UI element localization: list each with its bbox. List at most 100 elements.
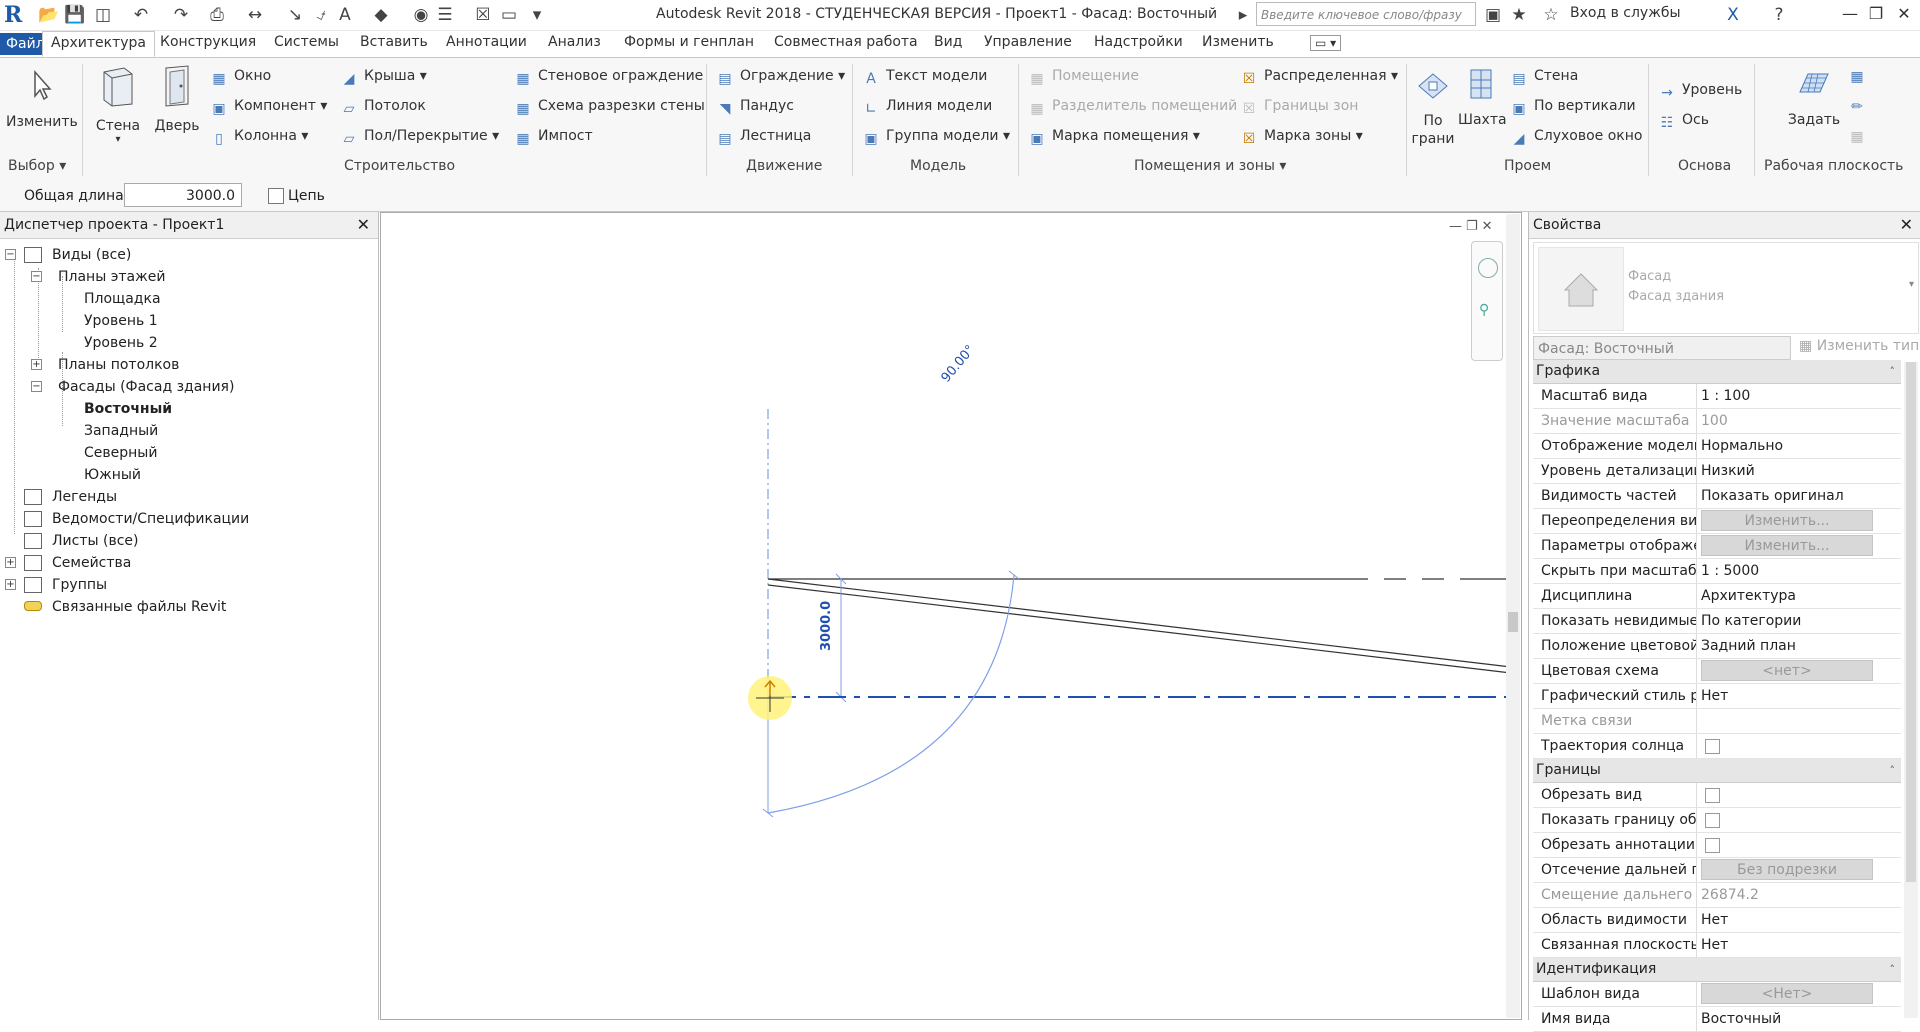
total-length-input[interactable]: 3000.0 xyxy=(124,183,242,207)
property-value[interactable]: 1 : 100 xyxy=(1701,384,1877,408)
property-edit-button[interactable]: Изменить... xyxy=(1701,510,1873,531)
login-button[interactable]: Вход в службы xyxy=(1570,5,1681,21)
close-icon[interactable]: ✕ xyxy=(357,215,370,234)
level-button[interactable]: → Уровень xyxy=(1658,82,1742,101)
ref-plane-button[interactable]: ✏ xyxy=(1848,96,1872,115)
property-value[interactable]: Восточный xyxy=(1701,1007,1877,1031)
door-button[interactable]: Дверь xyxy=(152,64,202,134)
property-value[interactable]: 1 : 5000 xyxy=(1701,559,1877,583)
binoculars-icon[interactable]: ▣ xyxy=(1482,4,1504,26)
mullion-button[interactable]: ▦ Импост xyxy=(514,128,592,147)
text-icon[interactable]: A xyxy=(334,4,356,26)
modify-button[interactable]: Изменить xyxy=(6,68,78,130)
tree-site[interactable]: Площадка xyxy=(84,291,161,307)
tree-level1[interactable]: Уровень 1 xyxy=(84,313,158,329)
collapse-icon[interactable]: − xyxy=(31,271,42,282)
tree-sheets[interactable]: Листы (все) xyxy=(52,533,138,549)
revit-logo-icon[interactable]: R xyxy=(4,2,28,28)
wall-opening-button[interactable]: ▤ Стена xyxy=(1510,68,1578,87)
room-button[interactable]: ▦ Помещение xyxy=(1028,68,1139,87)
open-icon[interactable]: 📂 xyxy=(38,4,60,26)
property-edit-button[interactable]: <нет> xyxy=(1701,660,1873,681)
collapse-icon[interactable]: ˄ xyxy=(1890,958,1896,981)
angle-label[interactable]: 90.00° xyxy=(939,342,979,385)
grid-button[interactable]: ☷ Ось xyxy=(1658,112,1709,131)
tree-level2[interactable]: Уровень 2 xyxy=(84,335,158,351)
tree-links[interactable]: Связанные файлы Revit xyxy=(52,599,226,615)
property-value[interactable]: Нет xyxy=(1701,684,1877,708)
column-button[interactable]: ▯ Колонна ▾ xyxy=(210,128,308,147)
area-boundary-button[interactable]: ☒ Границы зон xyxy=(1240,98,1359,117)
tree-families[interactable]: Семейства xyxy=(52,555,131,571)
ceiling-button[interactable]: ▱ Потолок xyxy=(340,98,426,117)
property-edit-button[interactable]: <Нет> xyxy=(1701,983,1873,1004)
dimension-icon[interactable]: ↘ xyxy=(284,4,306,26)
edit-type-button[interactable]: ▦ Изменить тип xyxy=(1799,338,1919,354)
tab-analyze[interactable]: Анализ xyxy=(548,34,601,50)
subscription-icon[interactable]: ★ xyxy=(1508,4,1530,26)
property-group-header[interactable]: Идентификация ˄ xyxy=(1533,958,1901,982)
customize-qat-icon[interactable]: ▾ xyxy=(526,4,548,26)
dormer-button[interactable]: ◢ Слуховое окно xyxy=(1510,128,1643,147)
wall-button[interactable]: Стена ▾ xyxy=(92,64,144,145)
area-button[interactable]: ☒ Распределенная ▾ xyxy=(1240,68,1398,87)
ramp-button[interactable]: ◥ Пандус xyxy=(716,98,794,117)
property-group-header[interactable]: Графика ˄ xyxy=(1533,360,1901,384)
tree-ceiling-plans[interactable]: Планы потолков xyxy=(58,357,179,373)
tab-systems[interactable]: Системы xyxy=(274,34,339,50)
instance-selector[interactable]: Фасад: Восточный xyxy=(1533,336,1791,360)
collapse-icon[interactable]: − xyxy=(5,249,16,260)
opening-by-face-button[interactable]: По грани xyxy=(1410,66,1456,148)
tree-floor-plans[interactable]: Планы этажей xyxy=(58,269,165,285)
restore-button[interactable]: ❐ xyxy=(1864,3,1888,25)
workplane-viewer-button[interactable]: ▦ xyxy=(1848,126,1872,145)
ribbon-minimize-toggle[interactable]: ▭ ▾ xyxy=(1310,35,1342,51)
measure-icon[interactable]: ↔ xyxy=(244,4,266,26)
stair-button[interactable]: ▤ Лестница xyxy=(716,128,811,147)
tab-insert[interactable]: Вставить xyxy=(360,34,428,50)
chain-checkbox[interactable] xyxy=(268,188,284,204)
exchange-icon[interactable]: X xyxy=(1722,4,1744,26)
panel-room-label[interactable]: Помещения и зоны ▾ xyxy=(1134,158,1286,174)
dimension-label[interactable]: 3000.0 xyxy=(819,601,834,651)
arrow-right-icon[interactable]: ▸ xyxy=(1232,4,1254,26)
area-tag-button[interactable]: ☒ Марка зоны ▾ xyxy=(1240,128,1363,147)
collapse-icon[interactable]: ˄ xyxy=(1890,360,1896,383)
railing-button[interactable]: ▤ Ограждение ▾ xyxy=(716,68,845,87)
tree-schedules[interactable]: Ведомости/Спецификации xyxy=(52,511,249,527)
close-hidden-icon[interactable]: ☒ xyxy=(472,4,494,26)
tab-addins[interactable]: Надстройки xyxy=(1094,34,1183,50)
search-input[interactable]: Введите ключевое слово/фразу xyxy=(1256,2,1476,26)
tab-massing[interactable]: Формы и генплан xyxy=(624,34,754,50)
model-group-button[interactable]: ▣ Группа модели ▾ xyxy=(862,128,1010,147)
curtain-system-button[interactable]: ▦ Стеновое ограждение xyxy=(514,68,703,87)
drawing-area[interactable]: —❐✕ ⚲ 3000.0 90.00° xyxy=(380,212,1522,1020)
property-value[interactable]: Задний план xyxy=(1701,634,1877,658)
property-edit-button[interactable]: Без подрезки xyxy=(1701,859,1873,880)
curtain-grid-button[interactable]: ▦ Схема разрезки стены xyxy=(514,98,704,117)
close-button[interactable]: ✕ xyxy=(1892,3,1916,25)
property-value[interactable]: Архитектура xyxy=(1701,584,1877,608)
show-workplane-button[interactable]: ▦ xyxy=(1848,66,1872,85)
vertical-opening-button[interactable]: ▣ По вертикали xyxy=(1510,98,1635,117)
property-value[interactable]: Нет xyxy=(1701,933,1877,957)
expand-icon[interactable]: + xyxy=(31,359,42,370)
property-checkbox[interactable] xyxy=(1705,739,1720,754)
undo-icon[interactable]: ↶ xyxy=(130,4,152,26)
properties-scrollbar[interactable] xyxy=(1904,362,1918,1018)
tab-view[interactable]: Вид xyxy=(934,34,962,50)
section-icon[interactable]: ◉ xyxy=(410,4,432,26)
tree-groups[interactable]: Группы xyxy=(52,577,107,593)
tag-icon[interactable]: ⍻ xyxy=(310,4,332,26)
expand-icon[interactable]: + xyxy=(5,579,16,590)
scrollbar-thumb[interactable] xyxy=(1508,612,1518,632)
tree-legends[interactable]: Легенды xyxy=(52,489,117,505)
property-value[interactable]: По категории xyxy=(1701,609,1877,633)
property-value[interactable]: Низкий xyxy=(1701,459,1877,483)
minimize-button[interactable]: — xyxy=(1838,3,1862,25)
model-text-button[interactable]: A Текст модели xyxy=(862,68,987,87)
redo-icon[interactable]: ↷ xyxy=(170,4,192,26)
tab-annotate[interactable]: Аннотации xyxy=(446,34,527,50)
roof-button[interactable]: ◢ Крыша ▾ xyxy=(340,68,427,87)
help-icon[interactable]: ? xyxy=(1768,4,1790,26)
